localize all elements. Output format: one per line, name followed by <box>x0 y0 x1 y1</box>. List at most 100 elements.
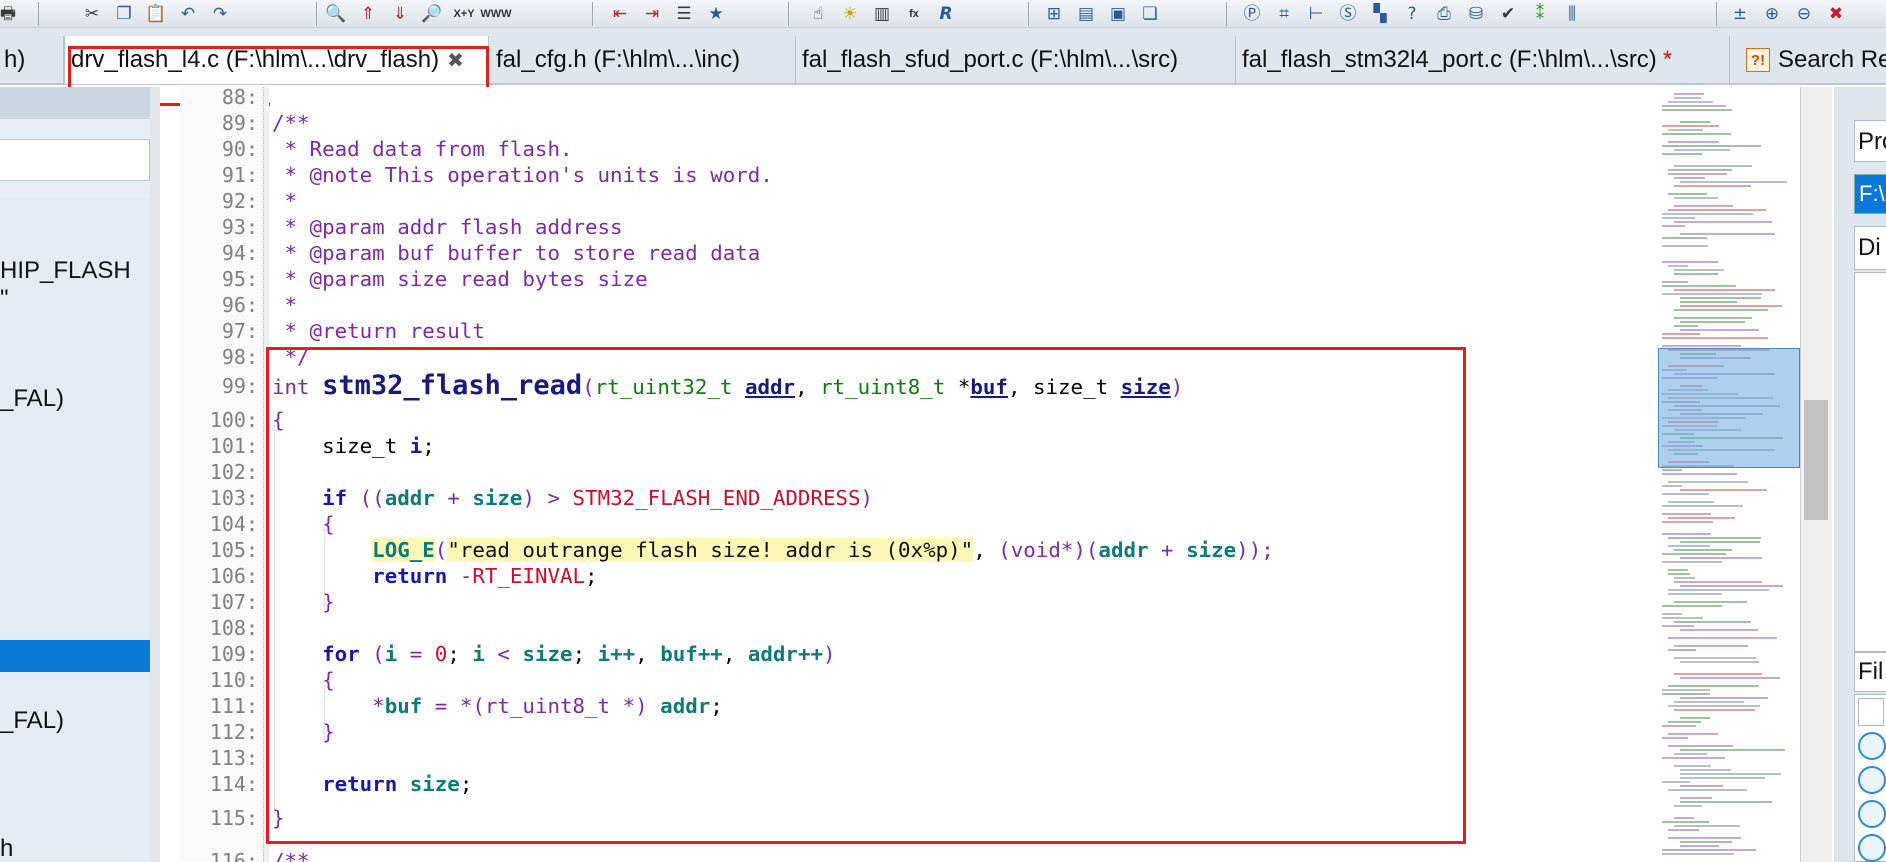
minimap-line <box>1668 745 1733 747</box>
copy-icon[interactable]: ❐ <box>110 1 138 27</box>
check-icon[interactable]: ✔ <box>1494 1 1522 27</box>
jump-forward-icon[interactable]: ⇥ <box>638 1 666 27</box>
left-panel-filter-input[interactable] <box>0 139 150 181</box>
rules-icon[interactable]: ⁑ <box>1526 1 1554 27</box>
tab-fal-cfg[interactable]: fal_cfg.h (F:\hlm\...\inc) <box>490 36 796 84</box>
minimap-line <box>1680 305 1782 307</box>
minimap-line <box>1680 629 1758 631</box>
puzzle-icon[interactable]: ▚ <box>1366 1 1394 27</box>
minimap-line <box>1680 233 1775 235</box>
close-tab-icon[interactable]: ✖ <box>447 48 464 72</box>
bookmark-icon[interactable]: ★ <box>702 1 730 27</box>
undo-icon[interactable]: ↶ <box>174 1 202 27</box>
minimap-line <box>1674 709 1755 711</box>
minimap-line <box>1668 789 1747 791</box>
code-line-95: * @param size read bytes size <box>272 267 648 291</box>
list-item[interactable]: _FAL) <box>0 385 64 413</box>
list-item[interactable]: HIP_FLASH <box>0 257 131 285</box>
find-next-icon[interactable]: ⇓ <box>386 1 414 27</box>
tab-label: drv_flash_l4.c (F:\hlm\...\drv_flash) <box>71 46 440 73</box>
line-number: 109: <box>209 642 258 666</box>
r-icon[interactable]: R <box>932 1 960 27</box>
file-icon[interactable] <box>1858 698 1884 726</box>
window-icon[interactable]: ▤ <box>1072 1 1100 27</box>
minimap-line <box>1680 773 1781 775</box>
paste-icon[interactable]: 📋 <box>142 1 170 27</box>
www-icon[interactable]: WWW <box>480 1 511 27</box>
file-icon[interactable] <box>1858 732 1886 760</box>
minimap-line <box>1680 541 1760 543</box>
minimap-viewport[interactable] <box>1658 348 1800 468</box>
tab-search-results[interactable]: ?! Search Re <box>1740 36 1886 84</box>
books-icon[interactable]: ▥ <box>868 1 896 27</box>
tree-icon[interactable]: ⊢ <box>1302 1 1330 27</box>
tab-drv-flash-l4[interactable]: drv_flash_l4.c (F:\hlm\...\drv_flash) ✖ <box>64 36 489 84</box>
help-icon[interactable]: ? <box>1398 1 1426 27</box>
minimap-line <box>1662 261 1718 263</box>
minimap-line <box>1662 105 1726 107</box>
project-path-field[interactable]: F:\ <box>1854 174 1886 214</box>
s-icon[interactable]: Ⓢ <box>1334 1 1362 27</box>
columns-icon[interactable]: ⫼ <box>1558 1 1586 27</box>
tiles-icon[interactable]: ❏ <box>1136 1 1164 27</box>
windows-icon[interactable]: ▣ <box>1104 1 1132 27</box>
list-item[interactable]: " <box>0 285 9 313</box>
print2-icon[interactable]: ⎙ <box>1430 1 1458 27</box>
file-icon[interactable] <box>1858 800 1886 828</box>
code-line-97: * @return result <box>272 319 485 343</box>
jump-back-icon[interactable]: ⇤ <box>606 1 634 27</box>
tab-fal-flash-sfud-port[interactable]: fal_flash_sfud_port.c (F:\hlm\...\src) <box>796 36 1236 84</box>
minimap-line <box>1680 661 1759 663</box>
line-number: 114: <box>209 772 258 796</box>
find-in-files-icon[interactable]: 🔎 <box>418 1 446 27</box>
minimap-line <box>1662 849 1756 851</box>
minimap-line <box>1662 213 1753 215</box>
fx-icon[interactable]: fx <box>900 1 928 27</box>
minimap-line <box>1674 549 1732 551</box>
find-icon[interactable]: 🔍 <box>322 1 350 27</box>
file-icon[interactable] <box>1858 766 1886 794</box>
directory-list[interactable] <box>1854 272 1886 652</box>
find-prev-icon[interactable]: ⇑ <box>354 1 382 27</box>
replace-icon[interactable]: X+Y <box>450 1 478 27</box>
hand-icon[interactable]: ☝ <box>804 1 832 27</box>
left-panel-header <box>0 87 150 119</box>
list-item-selected[interactable] <box>0 640 150 672</box>
cut-icon[interactable]: ✂ <box>78 1 106 27</box>
scrollbar-thumb[interactable] <box>1804 400 1828 520</box>
line-number: 102: <box>209 460 258 484</box>
list-item[interactable]: h <box>0 835 13 862</box>
close-icon[interactable]: ✖ <box>1822 1 1850 27</box>
crop-icon[interactable]: ⌗ <box>1270 1 1298 27</box>
minimap-line <box>1662 821 1709 823</box>
lightbulb-icon[interactable]: ☀ <box>836 1 864 27</box>
p-circle-icon[interactable]: Ⓟ <box>1238 1 1266 27</box>
redo-icon[interactable]: ↷ <box>206 1 234 27</box>
line-number: 93: <box>221 215 258 239</box>
minimap-line <box>1668 705 1760 707</box>
add-list-icon[interactable]: ⊕ <box>1758 1 1786 27</box>
minimap-line <box>1674 581 1762 583</box>
print-icon[interactable]: 🖶 <box>0 1 22 27</box>
plus-minus-icon[interactable]: ± <box>1726 1 1754 27</box>
minimap-line <box>1662 225 1685 227</box>
left-panel-scrollbar[interactable] <box>150 87 160 862</box>
line-number: 107: <box>209 590 258 614</box>
tab-fal-flash-stm32l4-port[interactable]: fal_flash_stm32l4_port.c (F:\hlm\...\src… <box>1236 36 1730 84</box>
table-icon[interactable]: ⊞ <box>1040 1 1068 27</box>
minimap-line <box>1662 345 1741 347</box>
minimap-line <box>1662 505 1743 507</box>
minimap-line <box>1662 725 1696 727</box>
file-icon[interactable] <box>1858 834 1886 862</box>
code-minimap[interactable] <box>1658 87 1800 862</box>
list-item[interactable]: _FAL) <box>0 707 64 735</box>
minimap-line <box>1668 593 1722 595</box>
minimap-line <box>1674 825 1740 827</box>
tab-previous[interactable]: h) <box>0 36 64 84</box>
minimap-line <box>1662 333 1700 335</box>
remove-list-icon[interactable]: ⊖ <box>1790 1 1818 27</box>
drive-icon[interactable]: ⛁ <box>1462 1 1490 27</box>
minimap-line <box>1668 265 1688 267</box>
minimap-line <box>1662 617 1703 619</box>
list-icon[interactable]: ☰ <box>670 1 698 27</box>
